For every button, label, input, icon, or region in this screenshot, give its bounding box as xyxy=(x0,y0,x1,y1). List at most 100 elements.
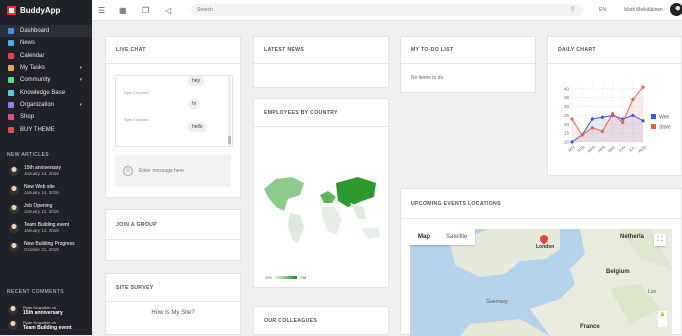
world-map xyxy=(264,177,380,243)
sidebar-item-label: BUY THEME xyxy=(20,126,55,133)
live-chat-title: LIVE CHAT xyxy=(106,37,240,64)
user-name[interactable]: Matti Meikäläinen xyxy=(624,7,663,13)
chat-input[interactable]: ☺ Enter message here xyxy=(115,155,231,187)
y-tick-label: 25 xyxy=(564,113,570,118)
pegman-icon[interactable]: ♟ xyxy=(658,311,667,327)
sidebar-item-icon xyxy=(8,77,14,84)
sidebar-item-icon xyxy=(8,28,14,35)
sidebar-item-buy-theme[interactable]: BUY THEME xyxy=(0,123,92,135)
sidebar-item-my-tasks[interactable]: My Tasks ▾ xyxy=(0,62,92,74)
sidebar-item-label: Dashboard xyxy=(20,28,50,35)
article-item[interactable]: 15th anniversary January 14, 2016 xyxy=(0,162,92,181)
app-name: BuddyApp xyxy=(20,6,61,15)
chat-message: hi xyxy=(188,99,200,109)
article-item[interactable]: New Web site January 14, 2016 xyxy=(0,181,92,200)
article-date: January 14, 2016 xyxy=(24,228,59,234)
todo-empty-text: No items to do. xyxy=(411,75,445,81)
sidebar-item-label: Calendar xyxy=(20,52,45,59)
data-point xyxy=(590,126,594,130)
employees-by-country-card: EMPLOYEES BY COUNTRY 299 798 xyxy=(253,98,389,288)
data-point xyxy=(641,85,645,89)
grid-icon[interactable]: ▦ xyxy=(119,6,127,15)
new-articles-list: 15th anniversary January 14, 2016 New Web … xyxy=(0,162,92,257)
data-point xyxy=(621,120,625,125)
article-item[interactable]: Team Building event January 14, 2016 xyxy=(0,219,92,238)
survey-question: How Is My Site? xyxy=(151,310,195,316)
join-group-card: JOIN A GROUP xyxy=(105,209,241,261)
comment-item[interactable]: Ryan Kropotkin on Team Building event xyxy=(0,319,92,331)
upcoming-events-card: UPCOMING EVENTS LOCATIONS Map Satellite … xyxy=(400,188,682,336)
site-survey-card: SITE SURVEY How Is My Site? xyxy=(105,273,241,335)
sidebar-item-icon xyxy=(8,101,14,108)
sidebar-item-label: Knowledge Base xyxy=(20,89,66,96)
tab-satellite[interactable]: Satellite xyxy=(438,229,475,245)
chevron-down-icon[interactable]: ▾ xyxy=(79,65,82,71)
tab-map[interactable]: Map xyxy=(410,229,438,245)
x-tick-label: JUL xyxy=(628,144,637,153)
brand[interactable]: BuddyApp xyxy=(0,0,92,21)
article-date: January 14, 2016 xyxy=(24,190,59,196)
search-input[interactable]: Search ⚲ xyxy=(191,4,583,16)
search-placeholder: Search xyxy=(197,7,213,13)
legend-min: 299 xyxy=(265,275,272,280)
recent-comments-title: RECENT COMMENTS xyxy=(7,288,65,295)
sidebar-item-news[interactable]: News xyxy=(0,37,92,49)
language-selector[interactable]: EN xyxy=(599,7,606,13)
chat-messages: hey Ryan Kropotkin hi Ryan Kropotkin hel… xyxy=(115,75,233,147)
comment-item[interactable]: Ryan Kropotkin on 15th anniversary xyxy=(0,304,92,316)
article-item[interactable]: New Building Progress October 21, 2015 xyxy=(0,238,92,257)
data-point xyxy=(580,133,584,137)
latest-news-title: LATEST NEWS xyxy=(254,37,388,64)
smile-icon[interactable]: ☺ xyxy=(123,166,133,176)
comment-on: on xyxy=(51,304,56,310)
chat-author: Ryan Kropotkin xyxy=(124,118,149,122)
legend-swatch xyxy=(651,114,656,119)
sidebar-item-label: News xyxy=(20,40,36,47)
map-legend: 299 798 xyxy=(265,275,306,280)
menu-icon[interactable]: ☰ xyxy=(98,6,105,15)
todo-card: MY TO-DO LIST No items to do. xyxy=(400,36,536,93)
megaphone-icon[interactable]: ◁ xyxy=(165,6,171,15)
map-label: Netherla xyxy=(620,234,645,240)
user-avatar[interactable] xyxy=(670,3,682,16)
avatar xyxy=(8,304,18,315)
chevron-down-icon[interactable]: ▾ xyxy=(79,77,82,83)
latest-news-card: LATEST NEWS xyxy=(253,36,389,88)
search-icon[interactable]: ⚲ xyxy=(571,6,575,13)
x-tick-label: AUG xyxy=(637,144,647,153)
fullscreen-icon[interactable]: ⛶ xyxy=(654,234,666,246)
sidebar-item-calendar[interactable]: Calendar xyxy=(0,50,92,62)
sidebar-item-dashboard[interactable]: Dashboard xyxy=(0,25,92,38)
data-point xyxy=(610,112,615,116)
chat-scrollbar[interactable] xyxy=(228,76,231,146)
data-point xyxy=(631,97,635,102)
data-point xyxy=(590,117,594,121)
sidebar-item-shop[interactable]: Shop xyxy=(0,111,92,123)
avatar xyxy=(9,204,19,215)
chevron-down-icon[interactable]: ▾ xyxy=(79,102,82,108)
sidebar-item-icon xyxy=(8,65,14,72)
sidebar-item-label: Shop xyxy=(20,114,35,121)
avatar xyxy=(9,223,19,234)
map-label: Belgium xyxy=(606,269,630,275)
chat-icon[interactable]: ❐ xyxy=(142,6,149,15)
legend-label: Store xyxy=(659,125,671,131)
our-colleagues-title: OUR COLLEAGUES xyxy=(254,307,388,336)
legend-gradient xyxy=(274,276,297,279)
sidebar-item-knowledge-base[interactable]: Knowledge Base xyxy=(0,86,92,98)
avatar xyxy=(9,185,19,196)
map-label: France xyxy=(580,324,600,330)
sidebar: BuddyApp Dashboard News Calendar My Tasks ▾ C… xyxy=(0,0,92,335)
data-point xyxy=(600,129,605,133)
article-date: October 21, 2015 xyxy=(24,247,59,253)
data-point xyxy=(570,117,574,121)
sidebar-item-community[interactable]: Community ▾ xyxy=(0,74,92,86)
chat-message: hello xyxy=(188,122,207,132)
sidebar-item-icon xyxy=(8,114,14,121)
comment-title: 15th anniversary xyxy=(23,309,63,316)
article-item[interactable]: Job Opening January 12, 2016 xyxy=(0,200,92,219)
sidebar-item-organization[interactable]: Organization ▾ xyxy=(0,99,92,111)
x-tick-label: APR xyxy=(597,144,607,153)
sidebar-nav: Dashboard News Calendar My Tasks ▾ Community ▾… xyxy=(0,25,92,136)
events-map[interactable]: Map Satellite ⛶ Netherla London Belgium … xyxy=(410,229,672,336)
